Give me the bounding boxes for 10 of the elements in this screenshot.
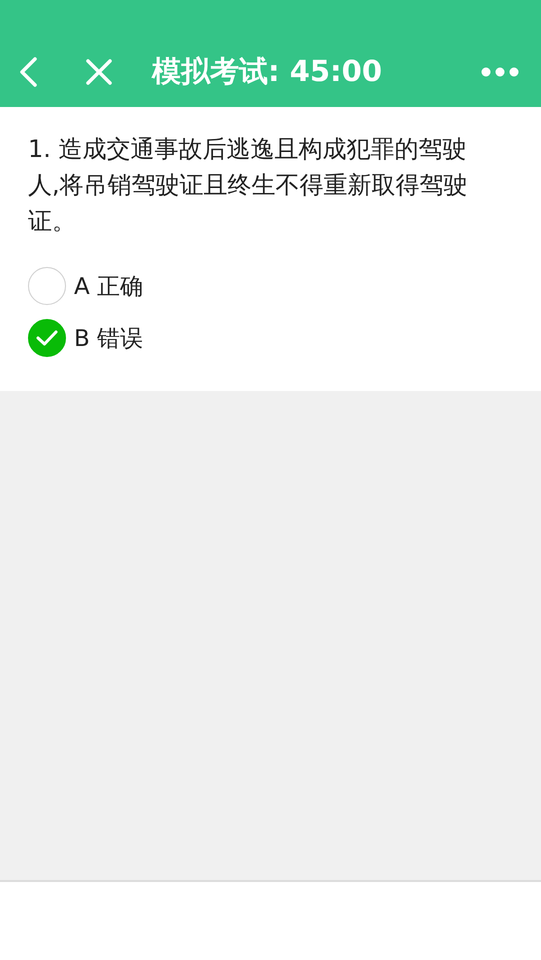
option-label[interactable]: B 错误 xyxy=(74,322,144,354)
page-title: 模拟考试: 45:00 xyxy=(152,53,384,90)
radio-button[interactable] xyxy=(28,319,66,357)
back-icon[interactable] xyxy=(18,57,38,87)
radio-button[interactable] xyxy=(28,267,66,305)
question-text: 1. 造成交通事故后逃逸且构成犯罪的驾驶人,将吊销驾驶证且终生不得重新取得驾驶证。 xyxy=(28,134,469,237)
option-label[interactable]: A 正确 xyxy=(74,270,144,302)
more-icon[interactable] xyxy=(481,67,519,77)
check-icon xyxy=(36,330,58,346)
close-icon[interactable] xyxy=(86,59,112,85)
